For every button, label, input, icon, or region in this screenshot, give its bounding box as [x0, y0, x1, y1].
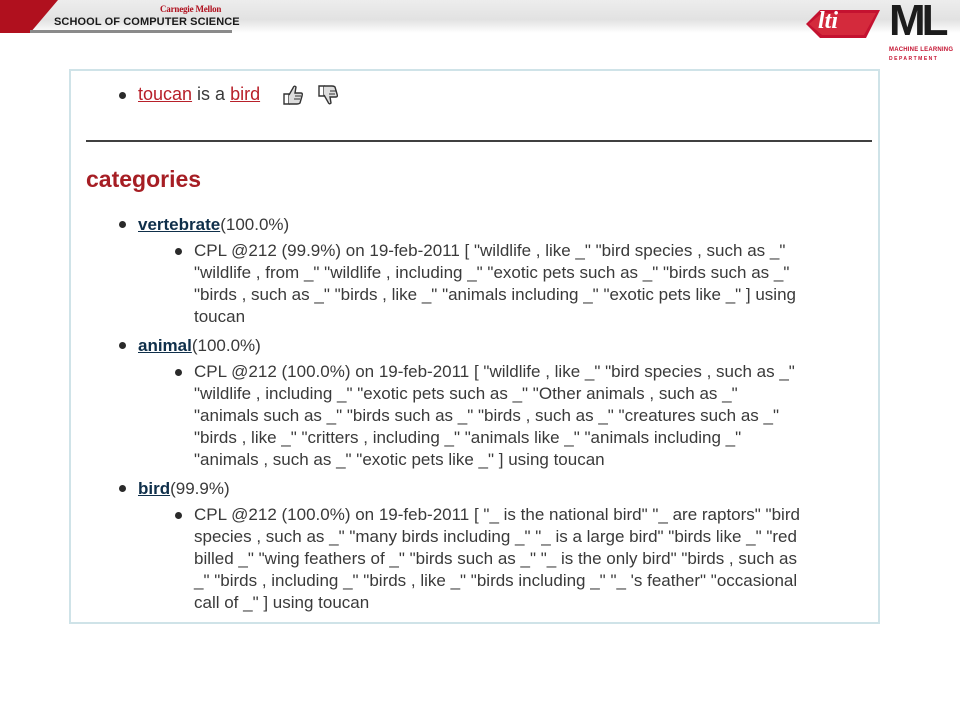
category-score: (100.0%)	[220, 214, 290, 234]
category-score: (99.9%)	[170, 478, 230, 498]
thumbs-down-icon[interactable]	[316, 84, 340, 106]
evidence-text: CPL @212 (99.9%) on 19-feb-2011 [ "wildl…	[194, 241, 796, 326]
category-link-bird[interactable]: bird	[138, 478, 170, 500]
evidence-item: CPL @212 (99.9%) on 19-feb-2011 [ "wildl…	[119, 240, 804, 328]
category-item: animal (100.0%) CPL @212 (100.0%) on 19-f…	[119, 334, 871, 471]
divider	[86, 140, 872, 142]
school-name: SCHOOL OF COMPUTER SCIENCE	[54, 16, 240, 28]
evidence-text: CPL @212 (100.0%) on 19-feb-2011 [ "_ is…	[194, 505, 800, 612]
category-score: (100.0%)	[191, 335, 261, 355]
evidence-item: CPL @212 (100.0%) on 19-feb-2011 [ "_ is…	[119, 504, 804, 614]
relation-text: is a	[192, 84, 231, 104]
category-link-animal[interactable]: animal	[138, 335, 192, 357]
subject-link[interactable]: toucan	[138, 84, 192, 104]
category-list: vertebrate (100.0%) CPL @212 (99.9%) on 1…	[119, 213, 871, 620]
sub-bullet	[175, 248, 182, 255]
object-link[interactable]: bird	[230, 84, 260, 104]
category-item: bird (99.9%) CPL @212 (100.0%) on 19-feb-…	[119, 477, 871, 614]
school-underline	[30, 30, 232, 33]
evidence-text: CPL @212 (100.0%) on 19-feb-2011 [ "wild…	[194, 362, 795, 469]
cmu-red-swoosh	[0, 0, 58, 33]
category-link-vertebrate[interactable]: vertebrate	[138, 214, 220, 236]
ml-logo: ML	[889, 0, 948, 45]
evidence-item: CPL @212 (100.0%) on 19-feb-2011 [ "wild…	[119, 361, 804, 471]
categories-heading: categories	[86, 166, 202, 192]
fact-item: toucan is a bird	[119, 84, 340, 111]
sub-bullet	[175, 512, 182, 519]
content-panel: toucan is a bird categories vertebrate (1…	[69, 69, 880, 624]
bullet	[119, 221, 126, 228]
cmu-banner: Carnegie Mellon SCHOOL OF COMPUTER SCIEN…	[0, 0, 240, 33]
sub-bullet	[175, 369, 182, 376]
bullet	[119, 342, 126, 349]
lti-logo-text: lti	[818, 8, 839, 34]
feedback-icons	[275, 84, 340, 111]
thumbs-up-icon[interactable]	[281, 84, 305, 106]
cmu-logo: Carnegie Mellon	[160, 4, 222, 14]
ml-logo-department: DEPARTMENT	[889, 56, 939, 62]
bullet	[119, 91, 126, 99]
bullet	[119, 485, 126, 492]
ml-logo-subtitle: MACHINE LEARNING	[889, 47, 954, 53]
category-item: vertebrate (100.0%) CPL @212 (99.9%) on 1…	[119, 213, 871, 328]
